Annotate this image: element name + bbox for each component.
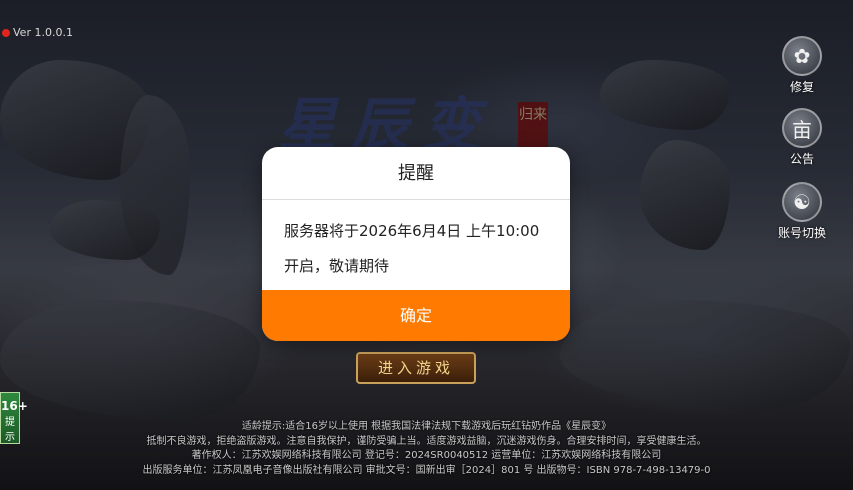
switch-account-icon: ☯ bbox=[782, 182, 822, 222]
legal-footer: 适龄提示:适合16岁以上使用 根据我国法律法规下载游戏后玩红钻奶作品《星辰变》 … bbox=[0, 420, 853, 478]
footer-line: 抵制不良游戏，拒绝盗版游戏。注意自我保护，谨防受骗上当。适度游戏益脑，沉迷游戏伤… bbox=[146, 435, 707, 447]
repair-button[interactable]: ✿ 修复 bbox=[776, 36, 828, 95]
footer-line: 出版服务单位：江苏凤凰电子音像出版社有限公司 审批文号：国新出审［2024］80… bbox=[142, 464, 711, 476]
age-rating-number: 16+ bbox=[1, 399, 28, 413]
game-screen: 星辰变 归来 Ver 1.0.0.1 ✿ 修复 亩 公告 ☯ 账号切换 进入游戏… bbox=[0, 0, 853, 490]
dialog-title: 提醒 bbox=[262, 147, 570, 200]
repair-icon: ✿ bbox=[782, 36, 822, 76]
confirm-button[interactable]: 确定 bbox=[262, 290, 570, 341]
version-text: Ver 1.0.0.1 bbox=[13, 26, 73, 39]
switch-account-label: 账号切换 bbox=[777, 226, 826, 240]
notice-icon: 亩 bbox=[782, 108, 822, 148]
reminder-dialog: 提醒 服务器将于2026年6月4日 上午10:00开启，敬请期待 确定 bbox=[262, 147, 570, 341]
footer-line: 适龄提示:适合16岁以上使用 根据我国法律法规下载游戏后玩红钻奶作品《星辰变》 bbox=[241, 421, 612, 432]
enter-game-button[interactable]: 进入游戏 bbox=[356, 352, 476, 384]
notice-label: 公告 bbox=[789, 152, 814, 166]
version-label: Ver 1.0.0.1 bbox=[2, 26, 73, 39]
switch-account-button[interactable]: ☯ 账号切换 bbox=[776, 182, 828, 241]
dialog-message: 服务器将于2026年6月4日 上午10:00开启，敬请期待 bbox=[284, 222, 540, 275]
repair-label: 修复 bbox=[789, 80, 814, 94]
footer-line: 著作权人：江苏欢娱网络科技有限公司 登记号：2024SR0040512 运营单位… bbox=[191, 450, 662, 461]
notice-button[interactable]: 亩 公告 bbox=[776, 108, 828, 167]
status-dot-icon bbox=[2, 28, 10, 37]
